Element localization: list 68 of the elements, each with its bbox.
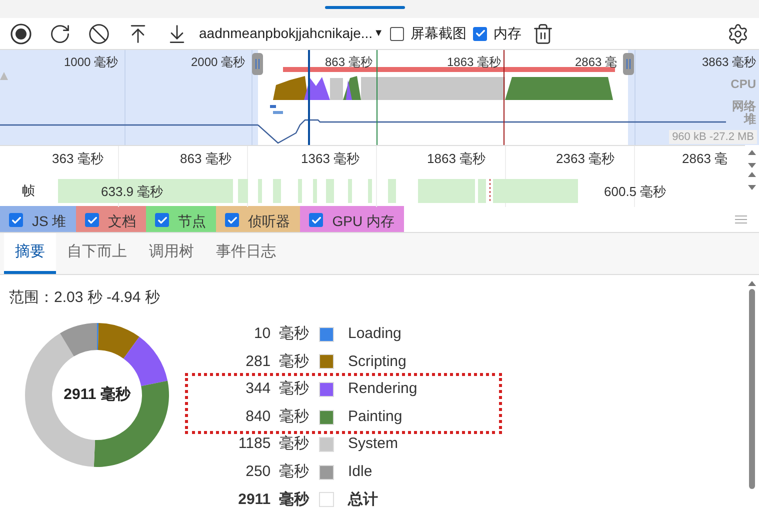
total-time: 2911 毫秒 (64, 384, 130, 406)
duration: 1185 毫秒 (237, 434, 309, 454)
category-label: Scripting (348, 352, 406, 372)
counter-label: JS 堆 (32, 212, 66, 231)
option-checkbox[interactable] (473, 26, 488, 40)
clear-icon[interactable] (88, 22, 110, 44)
scroll-up-icon[interactable] (747, 279, 757, 287)
drag-handle-icon[interactable] (735, 215, 747, 224)
panel-tab[interactable]: 事件日志 (205, 233, 287, 274)
profile-select[interactable]: aadnmeanpbokjjahcnikaje...▼ (199, 23, 384, 44)
counter-toggle[interactable]: GPU 内存 (300, 206, 404, 232)
track-label: 网络 (732, 100, 756, 113)
scroll-arrows-icon[interactable] (747, 148, 757, 192)
settings-icon[interactable] (727, 22, 749, 44)
option-label: 屏幕截图 (410, 24, 466, 43)
counter-checkbox[interactable] (225, 213, 240, 227)
time-tick: 863 毫秒 (325, 54, 372, 71)
category-label: Rendering (348, 379, 418, 400)
frame-duration: 600.5 毫秒 (604, 183, 666, 201)
frame-duration: 633.9 毫秒 (101, 183, 164, 201)
duration: 10 毫秒 (252, 324, 309, 344)
counter-label: 侦听器 (248, 212, 290, 231)
category-label: Loading (348, 324, 402, 344)
time-tick: 2863 毫 (575, 54, 618, 71)
category-label: System (348, 434, 398, 454)
range-text: 范围：2.03 秒 -4.94 秒 (9, 288, 161, 308)
color-swatch (319, 492, 334, 508)
duration: 2911 毫秒 (237, 490, 309, 510)
panel-tab[interactable]: 调用树 (138, 233, 205, 274)
time-tick: 2000 毫秒 (191, 54, 246, 71)
duration: 281 毫秒 (244, 352, 309, 372)
counter-toggle[interactable]: 侦听器 (216, 206, 300, 232)
duration: 840 毫秒 (244, 406, 309, 427)
counter-toggle[interactable]: JS 堆 (0, 206, 76, 232)
heap-range: 960 kB -27.2 MB (669, 130, 757, 144)
time-tick: 2363 毫秒 (556, 150, 615, 168)
time-tick: 363 毫秒 (52, 150, 104, 168)
counter-label: GPU 内存 (332, 212, 394, 231)
counter-toggle[interactable]: 文档 (76, 206, 146, 232)
counter-checkbox[interactable] (309, 213, 324, 227)
category-label: Painting (348, 406, 402, 427)
panel-tab[interactable]: 自下而上 (56, 233, 138, 274)
counter-checkbox[interactable] (85, 213, 100, 227)
counter-toggle[interactable]: 节点 (146, 206, 216, 232)
time-tick: 1863 毫秒 (427, 150, 486, 168)
record-icon[interactable] (10, 22, 32, 44)
time-tick: 863 毫秒 (180, 150, 232, 168)
trash-icon[interactable] (532, 22, 554, 44)
duration: 250 毫秒 (244, 462, 309, 482)
panel-tab[interactable]: 摘要 (4, 233, 56, 274)
time-tick: 1363 毫秒 (301, 150, 360, 168)
option-label: 内存 (493, 24, 522, 43)
track-label: CPU (730, 78, 756, 91)
time-tick: 3863 毫秒 (702, 54, 756, 71)
time-tick: 1000 毫秒 (64, 54, 118, 71)
duration: 344 毫秒 (244, 379, 309, 400)
option-checkbox[interactable] (390, 26, 404, 40)
counter-label: 文档 (108, 212, 136, 231)
counter-label: 节点 (178, 212, 206, 231)
reload-icon[interactable] (49, 22, 71, 44)
counter-checkbox[interactable] (9, 213, 23, 227)
time-tick: 2863 毫 (682, 150, 728, 168)
frames-label: 帧 (22, 182, 35, 200)
category-label: Idle (348, 462, 372, 482)
counter-checkbox[interactable] (155, 213, 170, 227)
category-label: 总计 (348, 490, 378, 510)
time-tick: 1863 毫秒 (447, 54, 502, 71)
track-label: 堆 (744, 113, 756, 126)
